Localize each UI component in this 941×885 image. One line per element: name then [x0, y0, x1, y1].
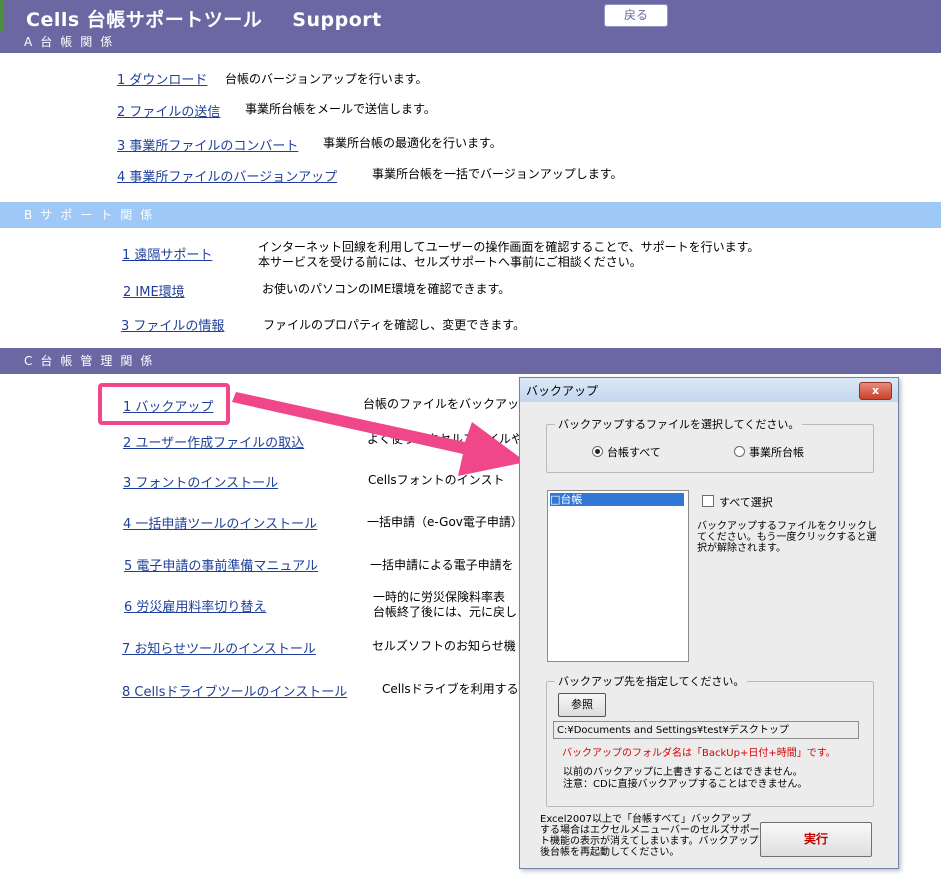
link-file-info[interactable]: 3 ファイルの情報 — [121, 315, 224, 334]
link-e-apply-manual[interactable]: 5 電子申請の事前準備マニュアル — [124, 555, 318, 574]
link-drive-tool[interactable]: 8 Cellsドライブツールのインストール — [122, 681, 347, 700]
radio-unselected-icon — [734, 446, 745, 457]
link-convert[interactable]: 3 事業所ファイルのコンバート — [117, 135, 298, 154]
radio-all-ledgers[interactable]: 台帳すべて — [592, 444, 661, 460]
list-item[interactable]: □台帳 — [550, 493, 684, 506]
desc-file-info: ファイルのプロパティを確認し、変更できます。 — [263, 318, 526, 332]
overwrite-note-line2: 注意：CDに直接バックアップすることはできません。 — [563, 779, 808, 790]
desc-convert: 事業所台帳の最適化を行います。 — [323, 136, 502, 150]
execute-button[interactable]: 実行 — [760, 822, 872, 857]
desc-file-send: 事業所台帳をメールで送信します。 — [245, 102, 436, 116]
select-all-checkbox[interactable]: すべて選択 — [702, 494, 773, 510]
desc-bulk-apply-tool: 一括申請（e-Gov電子申請） — [367, 515, 523, 529]
dialog-close-button[interactable]: x — [859, 382, 892, 400]
app-subtitle: Support — [292, 9, 382, 31]
radio-selected-icon — [592, 446, 603, 457]
link-rate-switch[interactable]: 6 労災雇用料率切り替え — [124, 596, 266, 615]
app-title: Cells 台帳サポートツール Support — [26, 5, 382, 32]
callout-arrow-icon — [232, 392, 526, 476]
desc-rate-switch-2: 台帳終了後には、元に戻し — [373, 605, 518, 619]
checkbox-icon — [702, 495, 714, 507]
desc-drive-tool: Cellsドライブを利用する際 — [382, 682, 531, 696]
file-listbox[interactable]: □台帳 — [547, 490, 689, 662]
overwrite-note-line1: 以前のバックアップに上書きすることはできません。 — [563, 767, 803, 778]
desc-version-up: 事業所台帳を一括でバージョンアップします。 — [372, 167, 623, 181]
desc-notice-tool: セルズソフトのお知らせ機 — [372, 639, 516, 653]
section-c-header: C台帳管理関係 — [0, 348, 941, 374]
radio-office-ledger[interactable]: 事業所台帳 — [734, 444, 804, 460]
desc-remote-support-2: 本サービスを受ける前には、セルズサポートへ事前にご相談ください。 — [258, 255, 642, 269]
link-file-send[interactable]: 2 ファイルの送信 — [117, 101, 220, 120]
link-version-up[interactable]: 4 事業所ファイルのバージョンアップ — [117, 166, 337, 185]
radio-office-label: 事業所台帳 — [749, 446, 804, 459]
backup-highlight-box — [98, 383, 230, 425]
link-remote-support[interactable]: 1 遠隔サポート — [122, 244, 212, 263]
folder-name-note: バックアップのフォルダ名は「BackUp+日付+時間」です。 — [562, 748, 836, 759]
desc-download: 台帳のバージョンアップを行います。 — [225, 72, 428, 86]
excel-warning-text: Excel2007以上で「台帳すべて」バックアップする場合はエクセルメニューバー… — [540, 814, 760, 858]
link-notice-tool[interactable]: 7 お知らせツールのインストール — [122, 638, 316, 657]
link-ime[interactable]: 2 IME環境 — [123, 281, 185, 300]
destination-path-field: C:¥Documents and Settings¥test¥デスクトップ — [553, 721, 859, 739]
app-title-text: Cells 台帳サポートツール — [26, 9, 263, 31]
list-help-text: バックアップするファイルをクリックしてください。もう一度クリックすると選択が解除… — [697, 521, 877, 554]
radio-all-label: 台帳すべて — [607, 446, 661, 459]
desc-ime: お使いのパソコンのIME環境を確認できます。 — [262, 282, 511, 296]
back-button[interactable]: 戻る — [604, 4, 668, 27]
section-b-header: Bサポート関係 — [0, 202, 941, 228]
header-accent-strip — [0, 0, 4, 32]
section-a-header: A台帳関係 — [0, 31, 941, 53]
dialog-title: バックアップ — [526, 384, 599, 398]
backup-dialog: バックアップ x バックアップするファイルを選択してください。 台帳すべて 事業… — [519, 377, 899, 869]
browse-button[interactable]: 参照 — [558, 693, 606, 717]
link-bulk-apply-tool[interactable]: 4 一括申請ツールのインストール — [123, 513, 317, 532]
desc-e-apply-manual: 一括申請による電子申請を — [370, 558, 514, 572]
overwrite-note: 以前のバックアップに上書きすることはできません。 注意：CDに直接バックアップす… — [563, 767, 807, 791]
link-download[interactable]: 1 ダウンロード — [117, 69, 207, 88]
destination-legend: バックアップ先を指定してください。 — [558, 675, 745, 688]
select-all-label: すべて選択 — [719, 496, 773, 509]
file-select-legend: バックアップするファイルを選択してください。 — [558, 418, 800, 431]
